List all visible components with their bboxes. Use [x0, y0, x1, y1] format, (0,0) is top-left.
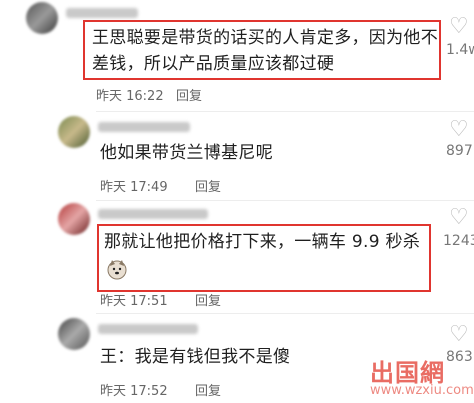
reply-button[interactable]: 回复: [195, 380, 221, 399]
reply-button[interactable]: 回复: [176, 85, 202, 104]
comment-text: 那就让他把价格打下来，一辆车 9.9 秒杀: [104, 232, 421, 252]
reply-button[interactable]: 回复: [195, 176, 221, 195]
comment-timestamp: 昨天 16:22: [96, 89, 164, 104]
divider: [96, 111, 474, 112]
username-blurred[interactable]: [98, 209, 208, 219]
avatar[interactable]: [58, 116, 90, 148]
like-count: 1243: [443, 233, 474, 249]
comment-text: 他如果带货兰博基尼呢: [100, 143, 273, 163]
username-blurred[interactable]: [98, 122, 190, 132]
comment-timestamp: 昨天 17:51: [100, 294, 168, 309]
avatar[interactable]: [58, 203, 90, 235]
watermark-url: www.wzxiu.com: [370, 383, 474, 398]
divider: [96, 313, 474, 314]
like-count: 863: [446, 349, 473, 365]
reply-button[interactable]: 回复: [195, 290, 221, 309]
avatar[interactable]: [58, 318, 90, 350]
doge-emoji: [106, 258, 128, 280]
comment-timestamp: 昨天 17:52: [100, 384, 168, 399]
username-blurred[interactable]: [98, 324, 198, 334]
comment-text: 王思聪要是带货的话买的人肯定多，因为他不: [92, 28, 438, 48]
comment-text: 差钱，所以产品质量应该都过硬: [92, 54, 335, 74]
username-blurred[interactable]: [66, 8, 138, 18]
divider: [96, 200, 474, 201]
heart-icon[interactable]: ♡: [449, 207, 469, 229]
avatar[interactable]: [26, 2, 58, 34]
like-count: 897: [446, 143, 473, 159]
heart-icon[interactable]: ♡: [449, 324, 469, 346]
heart-icon[interactable]: ♡: [449, 119, 469, 141]
heart-icon[interactable]: ♡: [449, 16, 469, 38]
comment-timestamp: 昨天 17:49: [100, 180, 168, 195]
like-count: 1.4w: [446, 42, 474, 58]
comment-text: 王：我是有钱但我不是傻: [100, 347, 291, 367]
